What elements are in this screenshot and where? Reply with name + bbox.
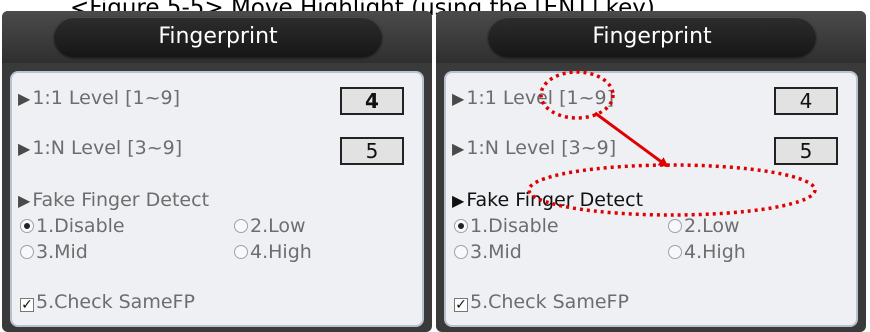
option-label: 1.Disable — [470, 215, 559, 237]
level-1-1-label: 1:1 Level [1~9] — [466, 87, 615, 109]
radio-icon — [20, 245, 34, 259]
radio-icon — [234, 245, 248, 259]
checkbox-checked-icon: ✓ — [454, 297, 468, 313]
triangle-right-icon: ▶ — [18, 89, 31, 108]
level-1-1-row[interactable]: ▶ 1:1 Level [1~9] — [18, 87, 180, 109]
level-1-1-value[interactable]: 4 — [774, 87, 838, 115]
radio-icon — [668, 245, 682, 259]
level-1-n-row[interactable]: ▶ 1:N Level [3~9] — [452, 137, 616, 159]
level-1-n-value[interactable]: 5 — [340, 137, 404, 165]
check-samefp-label: 5.Check SameFP — [36, 291, 195, 313]
level-1-n-value[interactable]: 5 — [774, 137, 838, 165]
option-label: 4.High — [684, 241, 746, 263]
check-samefp-row[interactable]: ✓ 5.Check SameFP — [454, 291, 629, 313]
radio-selected-icon — [20, 219, 34, 233]
radio-selected-icon — [454, 219, 468, 233]
option-label: 3.Mid — [36, 241, 88, 263]
triangle-right-icon: ▶ — [452, 89, 465, 108]
option-label: 1.Disable — [36, 215, 125, 237]
triangle-right-icon: ▶ — [452, 191, 465, 210]
option-disable[interactable]: 1.Disable — [454, 215, 559, 237]
option-label: 2.Low — [250, 215, 306, 237]
check-samefp-label: 5.Check SameFP — [470, 291, 629, 313]
screen-title: Fingerprint — [54, 17, 382, 57]
level-1-n-row[interactable]: ▶ 1:N Level [3~9] — [18, 137, 182, 159]
radio-icon — [454, 245, 468, 259]
option-label: 2.Low — [684, 215, 740, 237]
title-bar: Fingerprint — [2, 11, 432, 63]
level-1-1-row[interactable]: ▶ 1:1 Level [1~9] — [452, 87, 614, 109]
title-bar: Fingerprint — [436, 11, 866, 63]
check-samefp-row[interactable]: ✓ 5.Check SameFP — [20, 291, 195, 313]
settings-panel: ▶ 1:1 Level [1~9] 4 ▶ 1:N Level [3~9] 5 ▶ F… — [10, 71, 424, 327]
option-high[interactable]: 4.High — [234, 241, 312, 263]
option-low[interactable]: 2.Low — [234, 215, 306, 237]
triangle-right-icon: ▶ — [18, 191, 31, 210]
radio-icon — [234, 219, 248, 233]
fake-finger-label: Fake Finger Detect — [32, 189, 210, 211]
radio-icon — [668, 219, 682, 233]
fake-finger-label: Fake Finger Detect — [466, 189, 644, 211]
triangle-right-icon: ▶ — [18, 139, 31, 158]
option-label: 3.Mid — [470, 241, 522, 263]
option-high[interactable]: 4.High — [668, 241, 746, 263]
fake-finger-row[interactable]: ▶ Fake Finger Detect — [18, 189, 209, 211]
level-1-1-value[interactable]: 4 — [340, 87, 404, 115]
checkbox-checked-icon: ✓ — [20, 297, 34, 313]
option-low[interactable]: 2.Low — [668, 215, 740, 237]
level-1-n-label: 1:N Level [3~9] — [466, 137, 617, 159]
device-screen-right: Fingerprint ▶ 1:1 Level [1~9] 4 ▶ 1:N Leve… — [436, 11, 866, 332]
option-mid[interactable]: 3.Mid — [454, 241, 522, 263]
option-mid[interactable]: 3.Mid — [20, 241, 88, 263]
option-disable[interactable]: 1.Disable — [20, 215, 125, 237]
option-label: 4.High — [250, 241, 312, 263]
triangle-right-icon: ▶ — [452, 139, 465, 158]
settings-panel: ▶ 1:1 Level [1~9] 4 ▶ 1:N Level [3~9] 5 ▶ F… — [444, 71, 858, 327]
level-1-1-label: 1:1 Level [1~9] — [32, 87, 181, 109]
device-screen-left: Fingerprint ▶ 1:1 Level [1~9] 4 ▶ 1:N Leve… — [2, 11, 432, 332]
screen-title: Fingerprint — [488, 17, 816, 57]
level-1-n-label: 1:N Level [3~9] — [32, 137, 183, 159]
fake-finger-row-highlighted[interactable]: ▶ Fake Finger Detect — [452, 189, 643, 211]
